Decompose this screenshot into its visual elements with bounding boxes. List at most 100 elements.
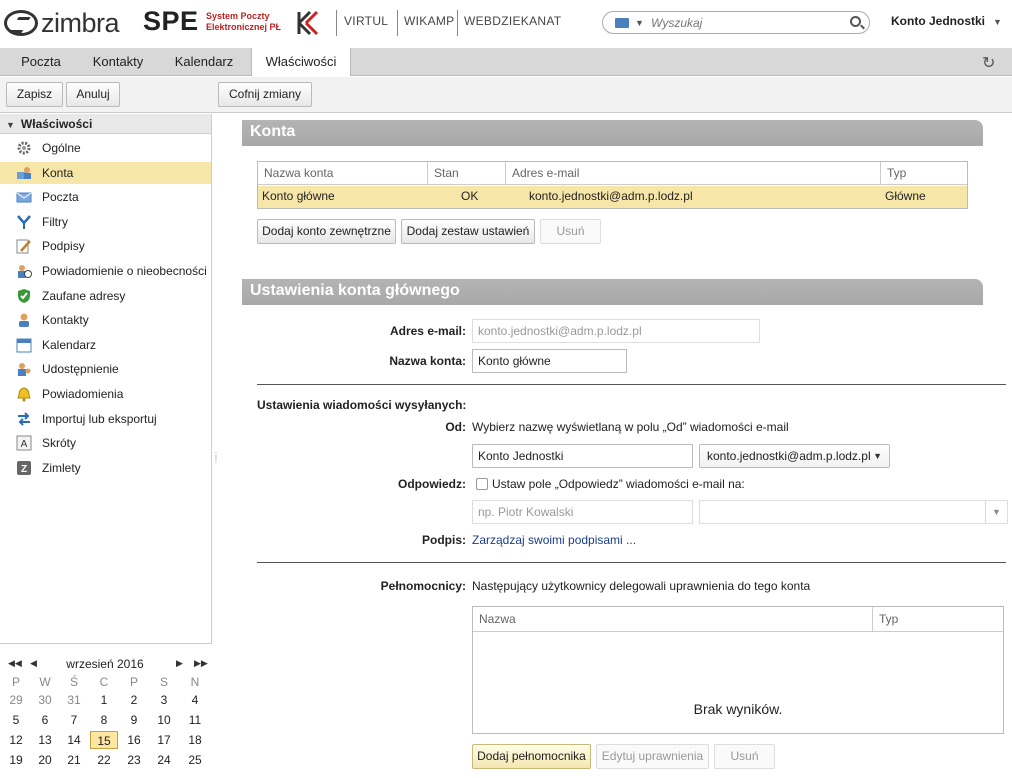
from-name-field[interactable]: Konto Jednostki xyxy=(472,444,693,468)
sidebar-item-mail[interactable]: Poczta xyxy=(0,186,211,208)
sidebar-item-import-export[interactable]: Importuj lub eksportuj xyxy=(0,408,211,430)
add-persona-button[interactable]: Dodaj zestaw ustawień xyxy=(401,219,535,244)
link-webdziekanat[interactable]: WEBDZIEKANAT xyxy=(464,14,561,28)
remove-delegate-button[interactable]: Usuń xyxy=(714,744,775,769)
calendar-day[interactable]: 4 xyxy=(181,691,209,709)
account-name-field[interactable]: Konto główne xyxy=(472,349,627,373)
calendar-day[interactable]: 20 xyxy=(31,751,59,769)
edit-permissions-button[interactable]: Edytuj uprawnienia xyxy=(596,744,709,769)
calendar-day[interactable]: 2 xyxy=(120,691,148,709)
calendar-day[interactable]: 6 xyxy=(31,711,59,729)
sidebar-title: Właściwości xyxy=(20,117,93,131)
calendar-day[interactable]: 3 xyxy=(150,691,178,709)
table-row[interactable]: Konto główne OK konto.jednostki@adm.p.lo… xyxy=(258,186,967,208)
refresh-icon[interactable]: ↻ xyxy=(982,53,995,73)
calendar-day[interactable]: 9 xyxy=(120,711,148,729)
panel-splitter[interactable]: ⋮ ⋮ xyxy=(212,452,220,470)
sidebar-item-filters[interactable]: Filtry xyxy=(0,211,211,233)
calendar-day[interactable]: 25 xyxy=(181,751,209,769)
calendar-day[interactable]: 29 xyxy=(2,691,30,709)
reply-to-checkbox[interactable] xyxy=(476,478,488,490)
calendar-day[interactable]: 10 xyxy=(150,711,178,729)
calendar-day[interactable]: 5 xyxy=(2,711,30,729)
link-wikamp[interactable]: WIKAMP xyxy=(404,14,454,28)
calendar-day[interactable]: 8 xyxy=(90,711,118,729)
calendar-day[interactable]: 18 xyxy=(181,731,209,749)
next-month-icon[interactable]: ▶ xyxy=(176,658,183,669)
column-header-type[interactable]: Typ xyxy=(873,607,1003,632)
calendar-day[interactable]: 14 xyxy=(60,731,88,749)
sidebar-header[interactable]: ▼ Właściwości xyxy=(0,114,211,134)
calendar-day[interactable]: 7 xyxy=(60,711,88,729)
user-menu[interactable]: Konto Jednostki ▼ xyxy=(891,14,1002,28)
mail-icon xyxy=(16,190,32,204)
column-header-email[interactable]: Adres e-mail xyxy=(506,162,881,185)
next-year-icon[interactable]: ▶▶ xyxy=(194,658,208,669)
sidebar-item-shortcuts[interactable]: A Skróty xyxy=(0,432,211,454)
mail-search-type-icon[interactable] xyxy=(615,18,629,28)
calendar-day-of-week: W xyxy=(39,675,51,689)
column-header-type[interactable]: Typ xyxy=(881,162,967,185)
user-name: Konto Jednostki xyxy=(891,14,986,28)
sidebar-item-contacts[interactable]: Kontakty xyxy=(0,309,211,331)
chevron-down-icon[interactable]: ▼ xyxy=(985,501,1007,523)
sidebar-item-label: Zaufane adresy xyxy=(42,289,126,303)
collapse-icon[interactable]: ▼ xyxy=(6,120,15,130)
sidebar-item-calendar[interactable]: Kalendarz xyxy=(0,334,211,356)
sidebar-item-zimlets[interactable]: Z Zimlety xyxy=(0,457,211,479)
zimbra-logo[interactable]: zimbra xyxy=(4,8,120,38)
cancel-button[interactable]: Anuluj xyxy=(66,82,120,107)
sidebar-item-label: Skróty xyxy=(42,436,77,450)
calendar-day[interactable]: 24 xyxy=(150,751,178,769)
chevron-down-icon[interactable]: ▼ xyxy=(635,18,644,28)
tab-calendar[interactable]: Kalendarz xyxy=(162,48,246,76)
prev-month-icon[interactable]: ◀ xyxy=(30,658,37,669)
divider xyxy=(257,562,1006,563)
reply-to-name-field[interactable]: np. Piotr Kowalski xyxy=(472,500,693,524)
search-box[interactable]: ▼ xyxy=(602,11,870,34)
remove-account-button[interactable]: Usuń xyxy=(540,219,601,244)
reply-to-address-select[interactable]: ▼ xyxy=(699,500,1008,524)
share-icon xyxy=(16,362,32,376)
manage-signatures-link[interactable]: Zarządzaj swoimi podpisami ... xyxy=(472,533,636,547)
calendar-day[interactable]: 22 xyxy=(90,751,118,769)
sidebar-item-sharing[interactable]: Udostępnienie xyxy=(0,358,211,380)
column-header-name[interactable]: Nazwa xyxy=(473,607,873,632)
email-label: Adres e-mail: xyxy=(389,324,466,338)
column-header-status[interactable]: Stan xyxy=(428,162,506,185)
save-button[interactable]: Zapisz xyxy=(6,82,63,107)
sidebar-item-trusted-addresses[interactable]: Zaufane adresy xyxy=(0,285,211,307)
calendar-day[interactable]: 1 xyxy=(90,691,118,709)
calendar-day[interactable]: 23 xyxy=(120,751,148,769)
revert-changes-button[interactable]: Cofnij zmiany xyxy=(218,82,312,107)
search-icon[interactable] xyxy=(850,16,861,27)
sidebar-item-accounts[interactable]: Konta xyxy=(0,162,211,184)
sidebar-item-signatures[interactable]: Podpisy xyxy=(0,235,211,257)
prev-year-icon[interactable]: ◀◀ xyxy=(8,658,22,669)
calendar-day[interactable]: 11 xyxy=(181,711,209,729)
sidebar-item-notifications[interactable]: Powiadomienia xyxy=(0,383,211,405)
from-description: Wybierz nazwę wyświetlaną w polu „Od” wi… xyxy=(472,420,789,434)
calendar-day[interactable]: 21 xyxy=(60,751,88,769)
calendar-day[interactable]: 13 xyxy=(31,731,59,749)
calendar-day-of-week: P xyxy=(11,675,20,689)
tab-mail[interactable]: Poczta xyxy=(8,48,74,76)
column-header-account-name[interactable]: Nazwa konta xyxy=(258,162,428,185)
calendar-day[interactable]: 16 xyxy=(120,731,148,749)
calendar-day-today[interactable]: 15 xyxy=(90,731,118,749)
add-external-account-button[interactable]: Dodaj konto zewnętrzne xyxy=(257,219,396,244)
tab-preferences[interactable]: Właściwości xyxy=(251,48,351,76)
calendar-day[interactable]: 31 xyxy=(60,691,88,709)
calendar-day[interactable]: 12 xyxy=(2,731,30,749)
add-delegate-button[interactable]: Dodaj pełnomocnika xyxy=(472,744,591,769)
zimlet-icon: Z xyxy=(16,461,32,475)
calendar-day[interactable]: 17 xyxy=(150,731,178,749)
sidebar-item-out-of-office[interactable]: Powiadomienie o nieobecności xyxy=(0,260,211,282)
search-input[interactable] xyxy=(651,14,841,31)
tab-contacts[interactable]: Kontakty xyxy=(79,48,157,76)
calendar-day[interactable]: 19 xyxy=(2,751,30,769)
from-address-select[interactable]: konto.jednostki@adm.p.lodz.pl ▼ xyxy=(699,444,890,468)
sidebar-item-general[interactable]: Ogólne xyxy=(0,137,211,159)
calendar-day[interactable]: 30 xyxy=(31,691,59,709)
link-virtul[interactable]: VIRTUL xyxy=(344,14,388,28)
